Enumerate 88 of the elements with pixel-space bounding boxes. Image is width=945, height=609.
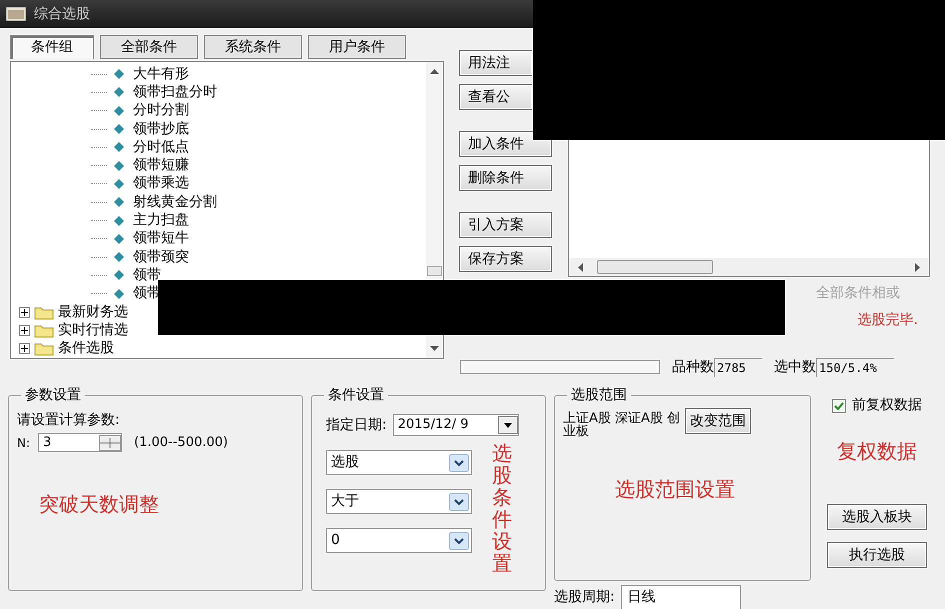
dropdown[interactable]: 0	[326, 528, 472, 553]
folder-icon	[34, 341, 54, 356]
action-button[interactable]: 执行选股	[827, 542, 927, 568]
diamond-icon	[113, 214, 125, 227]
expand-icon[interactable]	[19, 306, 30, 318]
tree-item[interactable]: 领带短牛	[133, 230, 189, 248]
stat-value: 150/5.4%	[816, 358, 894, 376]
chevron-down-icon	[449, 492, 469, 510]
scroll-thumb[interactable]	[597, 260, 713, 274]
tab[interactable]: 用户条件	[308, 35, 406, 59]
action-button[interactable]: 保存方案	[459, 246, 552, 272]
diamond-icon	[113, 269, 125, 282]
folder-icon	[34, 304, 54, 320]
tree-item[interactable]: 领带扫盘分时	[133, 84, 217, 101]
tree-item[interactable]: 大牛有形	[133, 66, 189, 83]
period-label: 选股周期:	[554, 588, 615, 607]
stat-value: 2785	[714, 358, 762, 376]
action-button[interactable]: 查看公	[459, 84, 532, 110]
scroll-up-icon[interactable]	[430, 68, 439, 74]
annotation: 突破天数调整	[39, 490, 160, 518]
action-button[interactable]: 用法注	[459, 50, 532, 76]
dropdown[interactable]: 大于	[326, 489, 472, 514]
diamond-icon	[113, 196, 125, 208]
status-text: 选股完毕.	[858, 311, 918, 330]
scroll-right-icon[interactable]	[915, 262, 921, 272]
group-title: 参数设置	[21, 386, 85, 404]
action-button[interactable]: 删除条件	[459, 165, 552, 191]
tree-item[interactable]: 领带抄底	[133, 120, 189, 138]
diamond-icon	[113, 104, 125, 117]
diamond-icon	[113, 178, 125, 190]
tree-item[interactable]: 主力扫盘	[133, 212, 189, 230]
scroll-thumb[interactable]	[427, 266, 442, 276]
diamond-icon	[113, 86, 125, 98]
dropdown[interactable]: 选股	[326, 450, 472, 475]
action-button[interactable]: 选股入板块	[827, 504, 927, 530]
date-picker[interactable]: 2015/12/ 9	[392, 414, 519, 436]
window-icon	[6, 7, 26, 21]
scroll-left-icon[interactable]	[577, 262, 583, 272]
checkbox[interactable]	[832, 398, 846, 412]
expand-icon[interactable]	[19, 324, 30, 336]
spin-field[interactable]: 3	[38, 433, 122, 452]
check-icon	[834, 402, 844, 410]
horizontal-scrollbar[interactable]	[569, 258, 929, 276]
tree-item[interactable]: 分时低点	[133, 138, 189, 156]
annotation: 选股范围设置	[615, 476, 736, 503]
chevron-down-icon	[449, 532, 469, 550]
diamond-icon	[113, 160, 125, 172]
tree-item[interactable]: 实时行情选	[58, 322, 128, 339]
stat-label: 选中数	[774, 358, 816, 376]
tree-item[interactable]: 条件选股	[58, 340, 114, 358]
action-button[interactable]: 改变范围	[685, 408, 751, 434]
tree-item[interactable]: 领带	[133, 266, 161, 284]
diamond-icon	[113, 141, 125, 154]
date-label: 指定日期:	[326, 416, 387, 434]
diamond-icon	[113, 288, 125, 300]
group-title: 选股范围	[567, 386, 631, 404]
param-label: N:	[17, 434, 30, 452]
tab[interactable]: 全部条件	[100, 35, 198, 59]
window-title: 综合选股	[34, 4, 90, 24]
range-text: (1.00--500.00)	[134, 434, 228, 452]
tree-item[interactable]: 领带乘选	[133, 175, 189, 192]
scroll-down-icon[interactable]	[430, 346, 439, 352]
group-title: 条件设置	[324, 386, 388, 404]
action-button[interactable]: 加入条件	[459, 131, 552, 157]
tree-item[interactable]: 领带颈突	[133, 248, 189, 266]
action-button[interactable]: 引入方案	[459, 212, 552, 238]
period-dropdown[interactable]: 日线	[620, 585, 741, 609]
annotation: 复权数据	[837, 438, 917, 465]
market-text: 上证A股 深证A股 创业板	[563, 412, 682, 438]
checkbox-label[interactable]: 前复权数据	[852, 395, 922, 416]
annotation: 选股条件设置	[492, 442, 512, 574]
diamond-icon	[113, 251, 125, 264]
diamond-icon	[113, 232, 125, 245]
tab[interactable]: 条件组	[10, 35, 94, 59]
diamond-icon	[113, 68, 125, 80]
folder-icon	[34, 322, 54, 338]
tree-item[interactable]: 最新财务选	[58, 304, 128, 320]
diamond-icon	[113, 123, 125, 136]
stat-label: 品种数	[672, 358, 714, 376]
spinner-icon[interactable]	[99, 434, 122, 451]
expand-icon[interactable]	[19, 343, 30, 354]
dropdown-icon[interactable]	[498, 416, 518, 434]
chevron-down-icon	[449, 454, 469, 472]
tree-item[interactable]: 领带短赚	[133, 157, 189, 174]
tree-item[interactable]: 分时分割	[133, 102, 189, 120]
prompt-text: 请设置计算参数:	[17, 411, 121, 430]
tab[interactable]: 系统条件	[204, 35, 302, 59]
tree-item[interactable]: 射线黄金分割	[133, 194, 217, 211]
